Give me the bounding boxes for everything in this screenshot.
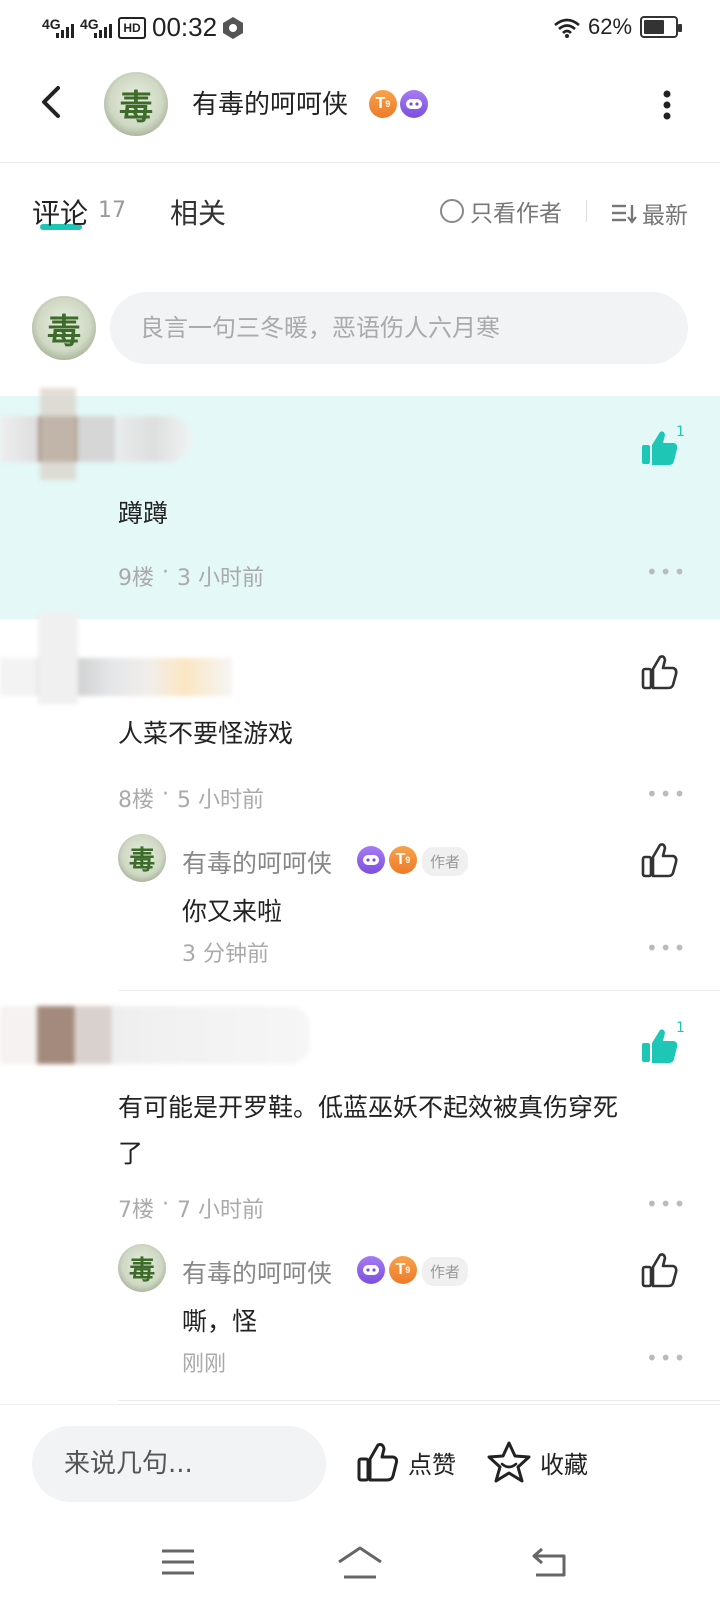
- comment-more-button[interactable]: •••: [646, 782, 687, 806]
- thumbs-up-icon: [641, 1253, 678, 1288]
- signal-icon: [94, 24, 112, 38]
- menu-nav-button[interactable]: [160, 1546, 196, 1582]
- thumbs-up-filled-icon: [642, 1029, 678, 1063]
- reply-author-name[interactable]: 有毒的呵呵侠: [182, 844, 332, 880]
- comment-count: 17: [98, 198, 126, 223]
- signal-icon: [56, 24, 74, 38]
- comment-text: 蹲蹲: [118, 499, 169, 528]
- clock: 00:32: [152, 12, 218, 42]
- thumbs-up-icon: [641, 843, 678, 878]
- bottom-bar-divider: [0, 1404, 720, 1405]
- my-avatar: 毒: [32, 296, 96, 360]
- more-options-button[interactable]: [652, 88, 682, 122]
- back-arrow-icon: [42, 86, 60, 118]
- like-count: 1: [676, 1020, 685, 1036]
- thumbs-up-icon: [357, 1443, 399, 1482]
- like-button[interactable]: [640, 840, 680, 880]
- author-tag: 作者: [422, 847, 469, 876]
- comment-more-button[interactable]: •••: [646, 560, 687, 584]
- like-button[interactable]: [640, 428, 680, 468]
- reply-more-button[interactable]: •••: [646, 1346, 687, 1370]
- home-icon: [338, 1546, 382, 1579]
- reply-text: 你又来啦: [182, 897, 283, 926]
- like-action-label: 点赞: [408, 1450, 456, 1479]
- wifi-icon: [554, 18, 580, 38]
- author-avatar[interactable]: 毒: [104, 72, 168, 136]
- app-notification-icon: [223, 17, 243, 39]
- favorite-action-button[interactable]: 收藏: [486, 1440, 588, 1484]
- gamepad-badge-icon: [357, 846, 385, 874]
- tab-related[interactable]: 相关: [170, 192, 226, 232]
- battery-percent: 62%: [588, 14, 633, 39]
- level-badge: T9: [369, 90, 397, 118]
- home-nav-button[interactable]: [336, 1544, 384, 1584]
- reply-avatar[interactable]: 毒: [118, 834, 166, 882]
- reply-time: 3 分钟前: [182, 942, 269, 967]
- star-icon: [487, 1441, 531, 1483]
- like-action-button[interactable]: 点赞: [356, 1440, 456, 1484]
- battery-icon: [640, 16, 682, 38]
- back-nav-button[interactable]: [530, 1546, 570, 1582]
- gamepad-badge-icon: [357, 1256, 385, 1284]
- filter-divider: [586, 200, 587, 222]
- hd-voice-icon: HD: [118, 17, 146, 39]
- like-button[interactable]: [640, 1250, 680, 1290]
- tab-comments[interactable]: 评论: [32, 192, 88, 232]
- status-bar: 4G 4G HD 00:32 62%: [0, 0, 720, 56]
- radio-icon: [440, 199, 464, 223]
- comment-text: 人菜不要怪游戏: [118, 719, 294, 748]
- thumbs-up-icon: [641, 655, 678, 690]
- comment-text-line2: 了: [118, 1139, 144, 1168]
- return-icon: [532, 1547, 566, 1577]
- comment-input[interactable]: 良言一句三冬暖，恶语伤人六月寒: [110, 292, 688, 364]
- like-count: 1: [676, 424, 685, 440]
- comment-more-button[interactable]: •••: [646, 1192, 687, 1216]
- blurred-user-info: [0, 980, 330, 1084]
- sort-label: 最新: [642, 203, 688, 229]
- favorite-action-label: 收藏: [540, 1450, 588, 1479]
- reply-avatar[interactable]: 毒: [118, 1244, 166, 1292]
- comment-meta: 8楼 · 5 小时前: [118, 782, 264, 813]
- vertical-dots-icon: [663, 90, 671, 120]
- reply-time: 刚刚: [182, 1352, 227, 1377]
- back-button[interactable]: [34, 82, 70, 122]
- comment-meta: 7楼 · 7 小时前: [118, 1192, 264, 1223]
- reply-text: 嘶，怪: [182, 1307, 258, 1336]
- comment-divider: [118, 1400, 720, 1401]
- blurred-user-info: [0, 388, 192, 480]
- level-badge: T9: [389, 846, 417, 874]
- author-tag: 作者: [422, 1257, 469, 1286]
- reply-author-name[interactable]: 有毒的呵呵侠: [182, 1254, 332, 1290]
- author-only-toggle[interactable]: 只看作者: [440, 194, 562, 228]
- gamepad-badge-icon: [400, 90, 428, 118]
- bottom-comment-input[interactable]: 来说几句...: [32, 1426, 326, 1502]
- sort-icon: [612, 204, 637, 224]
- menu-icon: [162, 1549, 194, 1575]
- reply-more-button[interactable]: •••: [646, 936, 687, 960]
- comment-meta: 9楼 · 3 小时前: [118, 560, 264, 591]
- comment-text-line1: 有可能是开罗鞋。低蓝巫妖不起效被真伤穿死: [118, 1093, 619, 1122]
- page-title: 有毒的呵呵侠: [192, 90, 349, 120]
- level-badge: T9: [389, 1256, 417, 1284]
- like-button[interactable]: [640, 652, 680, 692]
- blurred-user-info: [0, 612, 240, 704]
- thumbs-up-filled-icon: [642, 431, 678, 465]
- sort-button[interactable]: 最新: [610, 196, 688, 230]
- author-only-label: 只看作者: [470, 201, 562, 227]
- like-button[interactable]: [640, 1026, 680, 1066]
- header-divider: [0, 162, 720, 163]
